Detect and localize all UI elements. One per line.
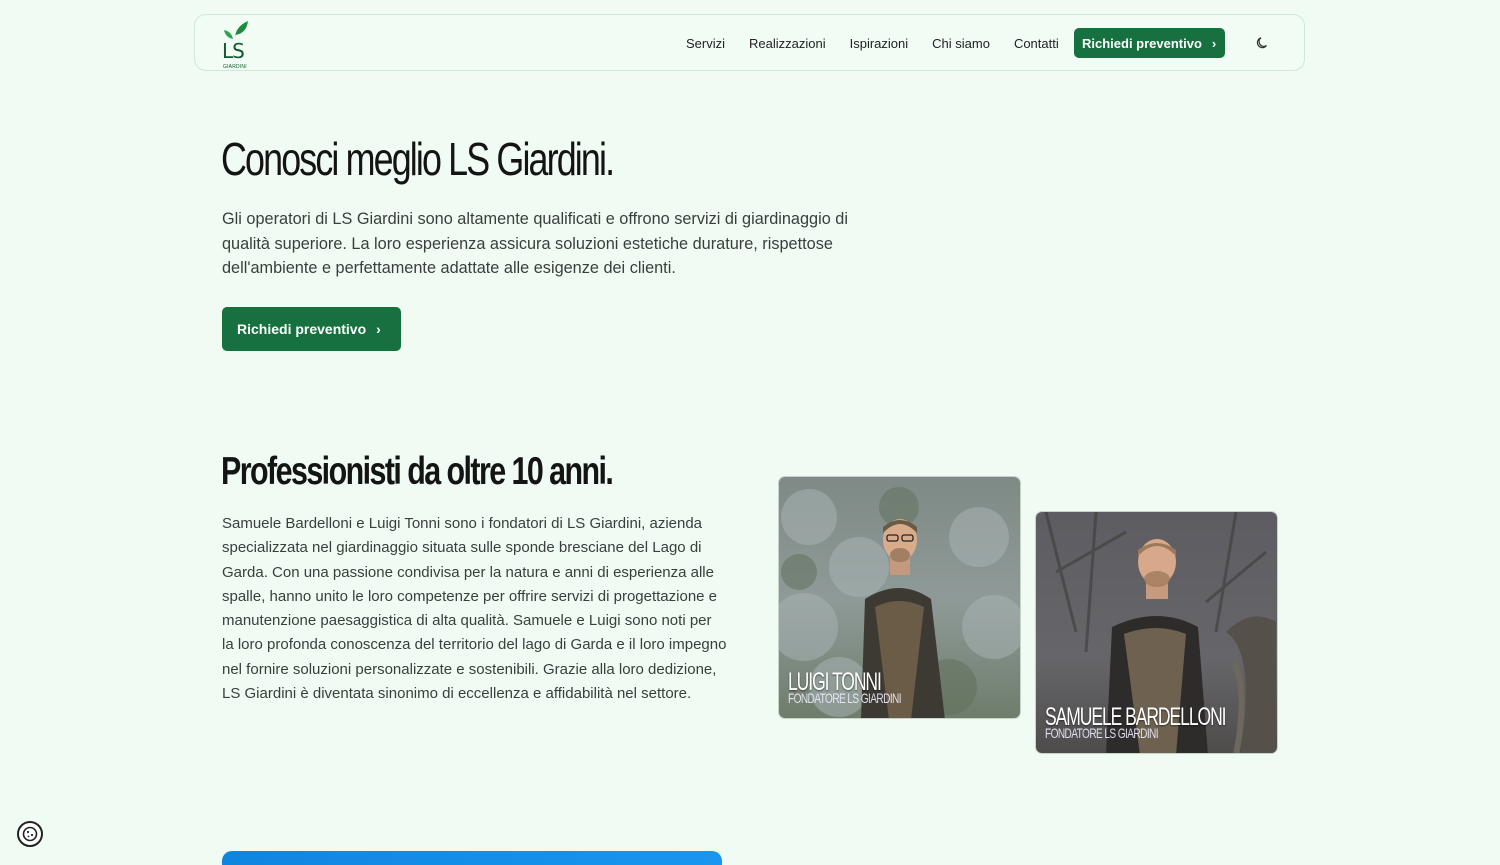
nav-item-chi-siamo[interactable]: Chi siamo (932, 36, 990, 51)
about-description: Samuele Bardelloni e Luigi Tonni sono i … (222, 515, 727, 703)
hero-description: Gli operatori di LS Giardini sono altame… (222, 210, 848, 277)
brand-logo[interactable]: LS GIARDINI (221, 19, 251, 70)
founder-role: FONDATORE LS GIARDINI (1045, 725, 1159, 741)
moon-icon[interactable] (1256, 36, 1270, 50)
nav-item-ispirazioni[interactable]: Ispirazioni (850, 36, 909, 51)
nav-item-realizzazioni[interactable]: Realizzazioni (749, 36, 826, 51)
hero-title: Conosci meglio LS Giardini. (221, 133, 615, 185)
logo-text: LS (222, 39, 245, 63)
navbar: LS GIARDINI Servizi Realizzazioni Ispira… (194, 14, 1305, 71)
nav-quote-label: Richiedi preventivo (1082, 35, 1202, 51)
nav-item-servizi[interactable]: Servizi (686, 36, 725, 51)
chevron-right-icon: › (376, 321, 381, 337)
leaf-icon (224, 21, 248, 39)
logo-subtext: GIARDINI (223, 64, 247, 70)
cookie-settings-button[interactable] (17, 821, 43, 847)
nav-item-contatti[interactable]: Contatti (1014, 36, 1059, 51)
cookie-icon (22, 826, 38, 842)
nav-quote-button[interactable]: Richiedi preventivo › (1074, 28, 1225, 58)
nav-links: Servizi Realizzazioni Ispirazioni Chi si… (686, 15, 1083, 72)
founder-photo-samuele: SAMUELE BARDELLONI FONDATORE LS GIARDINI (1035, 511, 1278, 754)
hero-quote-button[interactable]: Richiedi preventivo › (222, 307, 401, 351)
founder-photo-luigi: LUIGI TONNI FONDATORE LS GIARDINI (778, 476, 1021, 719)
next-section-card (222, 851, 722, 865)
hero-quote-label: Richiedi preventivo (237, 321, 367, 337)
founder-role: FONDATORE LS GIARDINI (788, 690, 902, 706)
about-title: Professionisti da oltre 10 anni. (221, 450, 614, 493)
chevron-right-icon: › (1211, 35, 1217, 51)
